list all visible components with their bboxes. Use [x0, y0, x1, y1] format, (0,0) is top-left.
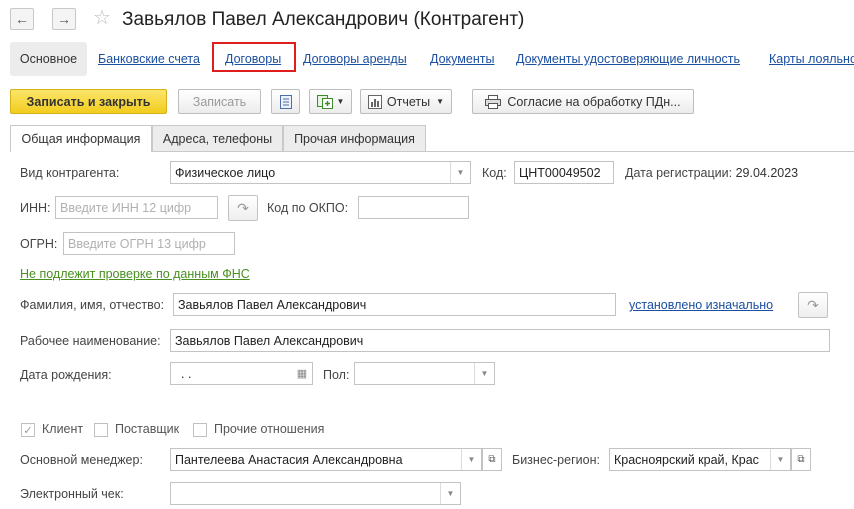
fill-by-inn-button[interactable]: ↷	[228, 195, 258, 221]
consent-button[interactable]: Согласие на обработку ПДн...	[472, 89, 694, 114]
reg-date-label-text: Дата регистрации:	[625, 166, 733, 180]
tab-addresses[interactable]: Адреса, телефоны	[152, 125, 283, 151]
type-select[interactable]: Физическое лицо ▼	[170, 161, 471, 184]
open-region-button[interactable]: ⧉	[791, 448, 811, 471]
consent-label: Согласие на обработку ПДн...	[507, 94, 681, 109]
section-main[interactable]: Основное	[10, 42, 87, 76]
section-bank-accounts[interactable]: Банковские счета	[98, 52, 200, 66]
manager-select[interactable]: Пантелеева Анастасия Александровна ▼	[170, 448, 482, 471]
client-checkbox[interactable]: ✓	[21, 423, 35, 437]
region-select[interactable]: Красноярский край, Крас ▼	[609, 448, 791, 471]
manager-label: Основной менеджер:	[20, 453, 143, 467]
list-icon	[279, 94, 292, 109]
chevron-down-icon: ▼	[474, 363, 494, 384]
reg-date-value: 29.04.2023	[735, 166, 799, 180]
type-value: Физическое лицо	[175, 165, 276, 180]
manager-value: Пантелеева Анастасия Александровна	[175, 452, 403, 467]
arrow-left-icon: ←	[15, 11, 29, 27]
chevron-down-icon: ▼	[770, 449, 790, 470]
reports-button[interactable]: Отчеты ▼	[360, 89, 452, 114]
fio-value: Завьялов Павел Александрович	[178, 297, 367, 312]
gender-label: Пол:	[323, 368, 350, 382]
save-and-close-button[interactable]: Записать и закрыть	[10, 89, 167, 114]
work-name-label: Рабочее наименование:	[20, 334, 161, 348]
echeck-label: Электронный чек:	[20, 487, 124, 501]
inn-placeholder: Введите ИНН 12 цифр	[60, 200, 192, 215]
reports-icon	[367, 94, 382, 109]
curved-arrow-icon: ↷	[237, 199, 249, 216]
forward-button[interactable]: →	[52, 8, 76, 30]
supplier-checkbox[interactable]	[94, 423, 108, 437]
code-field[interactable]: ЦНТ00049502	[514, 161, 614, 184]
other-relations-label: Прочие отношения	[214, 422, 325, 436]
code-label: Код:	[482, 166, 507, 180]
open-icon: ⧉	[797, 454, 805, 465]
gender-select[interactable]: ▼	[354, 362, 495, 385]
birth-date-input[interactable]: . . ▦	[170, 362, 313, 385]
calendar-icon[interactable]: ▦	[292, 363, 312, 384]
region-value: Красноярский край, Крас	[614, 452, 759, 467]
create-based-on-button[interactable]: ▼	[309, 89, 352, 114]
reports-label: Отчеты	[386, 94, 431, 109]
section-loyalty-cards[interactable]: Карты лояльно	[769, 52, 854, 66]
open-manager-button[interactable]: ⧉	[482, 448, 502, 471]
chevron-down-icon: ▼	[461, 449, 481, 470]
region-label: Бизнес-регион:	[512, 453, 600, 467]
page-title: Завьялов Павел Александрович (Контрагент…	[122, 9, 525, 30]
ogrn-label: ОГРН:	[20, 237, 58, 251]
list-button[interactable]	[271, 89, 300, 114]
chevron-down-icon: ▼	[436, 97, 445, 106]
checkmark-icon: ✓	[23, 424, 33, 437]
fio-label: Фамилия, имя, отчество:	[20, 298, 165, 312]
fio-action-button[interactable]: ↷	[798, 292, 828, 318]
favorite-star-icon[interactable]: ☆	[93, 8, 111, 28]
okpo-input[interactable]	[358, 196, 469, 219]
birth-date-label: Дата рождения:	[20, 368, 112, 382]
create-based-on-icon	[316, 94, 333, 109]
save-button[interactable]: Записать	[178, 89, 261, 114]
tab-general[interactable]: Общая информация	[10, 125, 152, 152]
tab-other-info[interactable]: Прочая информация	[283, 125, 426, 151]
fio-input[interactable]: Завьялов Павел Александрович	[173, 293, 616, 316]
okpo-label: Код по ОКПО:	[267, 201, 349, 215]
fio-status-link[interactable]: установлено изначально	[629, 298, 773, 312]
section-documents[interactable]: Документы	[430, 52, 494, 66]
section-identity-documents[interactable]: Документы удостоверяющие личность	[516, 52, 740, 66]
ogrn-placeholder: Введите ОГРН 13 цифр	[68, 236, 206, 251]
work-name-input[interactable]: Завьялов Павел Александрович	[170, 329, 830, 352]
chevron-down-icon: ▼	[450, 162, 470, 183]
birth-date-value: . .	[181, 366, 192, 381]
echeck-select[interactable]: ▼	[170, 482, 461, 505]
curved-arrow-icon: ↷	[807, 296, 819, 313]
client-label: Клиент	[42, 422, 84, 436]
other-relations-checkbox[interactable]	[193, 423, 207, 437]
contracts-highlight-box	[212, 42, 296, 72]
type-label: Вид контрагента:	[20, 166, 120, 180]
work-name-value: Завьялов Павел Александрович	[175, 333, 364, 348]
fns-check-link[interactable]: Не подлежит проверке по данным ФНС	[20, 267, 250, 281]
back-button[interactable]: ←	[10, 8, 34, 30]
inn-label: ИНН:	[20, 201, 51, 215]
arrow-right-icon: →	[57, 11, 71, 27]
section-lease-contracts[interactable]: Договоры аренды	[303, 52, 407, 66]
ogrn-input[interactable]: Введите ОГРН 13 цифр	[63, 232, 235, 255]
inn-input[interactable]: Введите ИНН 12 цифр	[55, 196, 218, 219]
supplier-label: Поставщик	[115, 422, 180, 436]
chevron-down-icon: ▼	[336, 97, 345, 106]
reg-date-label: Дата регистрации: 29.04.2023	[625, 166, 798, 180]
open-icon: ⧉	[488, 454, 496, 465]
code-value: ЦНТ00049502	[519, 165, 601, 180]
chevron-down-icon: ▼	[440, 483, 460, 504]
printer-icon	[485, 94, 502, 109]
